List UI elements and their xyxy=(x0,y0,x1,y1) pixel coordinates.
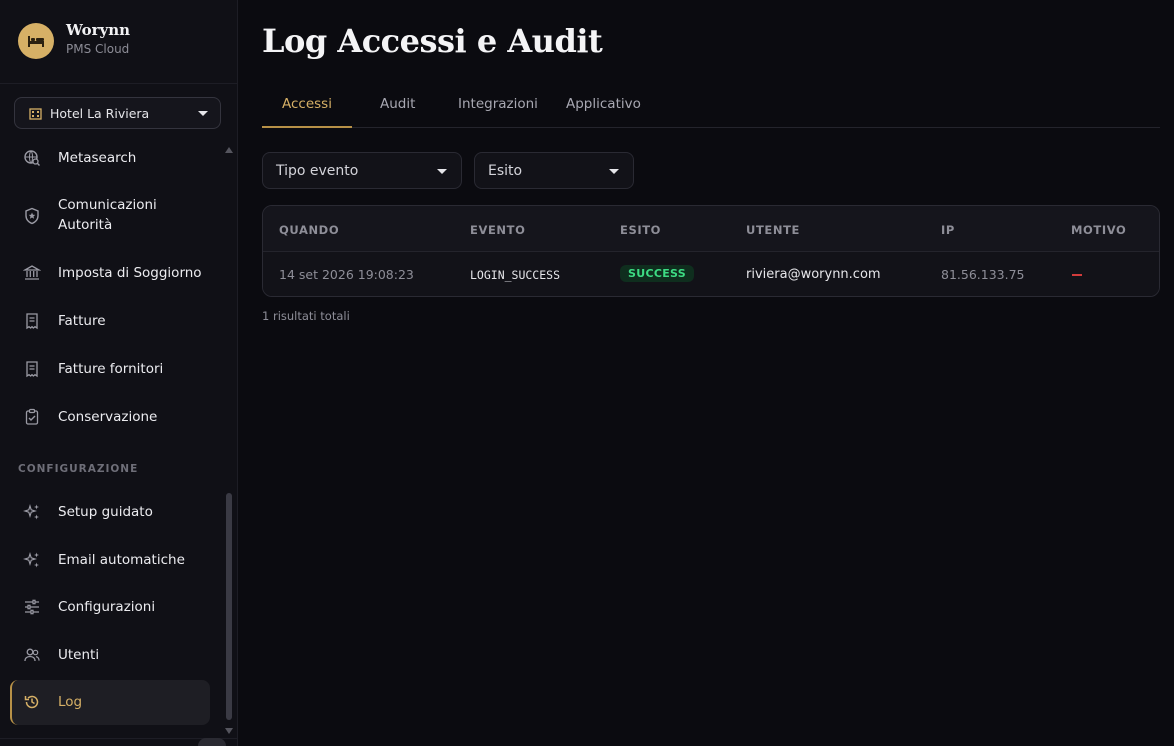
table-header: QUANDO EVENTO ESITO UTENTE IP MOTIVO xyxy=(263,206,1159,252)
column-header-motivo[interactable]: MOTIVO xyxy=(1071,223,1126,237)
column-header-evento[interactable]: EVENTO xyxy=(470,223,525,237)
history-icon xyxy=(22,692,42,712)
results-count: 1 risultati totali xyxy=(262,309,350,323)
column-header-utente[interactable]: UTENTE xyxy=(746,223,800,237)
outcome-filter-value: Esito xyxy=(488,162,523,179)
building-icon xyxy=(29,106,43,120)
sidebar: Worynn PMS Cloud Hotel La Riviera Metase… xyxy=(0,0,238,746)
brand-subtitle: PMS Cloud xyxy=(66,42,130,56)
sparkle-icon xyxy=(22,550,42,570)
scroll-down-arrow-icon[interactable] xyxy=(225,728,233,734)
status-badge: SUCCESS xyxy=(620,265,694,282)
sidebar-item-label: Log xyxy=(58,694,83,710)
users-icon xyxy=(22,645,42,665)
page-title: Log Accessi e Audit xyxy=(262,22,603,60)
sidebar-item-comunicazioni-autorita[interactable]: Comunicazioni Autorità xyxy=(10,195,210,237)
tab-bar: Accessi Audit Integrazioni Applicativo xyxy=(262,84,1160,128)
sidebar-item-configurazioni[interactable]: Configurazioni xyxy=(10,596,210,618)
sidebar-item-fatture[interactable]: Fatture xyxy=(10,310,210,332)
tab-applicativo[interactable]: Applicativo xyxy=(566,96,641,112)
sidebar-item-label: Setup guidato xyxy=(58,504,153,520)
tab-audit[interactable]: Audit xyxy=(380,96,415,112)
main-content: Log Accessi e Audit Accessi Audit Integr… xyxy=(238,0,1174,746)
shield-star-icon xyxy=(22,206,42,226)
active-tab-indicator xyxy=(262,126,352,128)
section-label-configurazione: CONFIGURAZIONE xyxy=(18,463,139,475)
cell-ip: 81.56.133.75 xyxy=(941,267,1025,282)
sidebar-item-imposta-soggiorno[interactable]: Imposta di Soggiorno xyxy=(10,262,210,284)
column-header-ip[interactable]: IP xyxy=(941,223,955,237)
chevron-down-icon xyxy=(437,169,447,174)
sidebar-item-conservazione[interactable]: Conservazione xyxy=(10,406,210,428)
scroll-up-arrow-icon[interactable] xyxy=(225,147,233,153)
chevron-down-icon xyxy=(609,169,619,174)
sidebar-item-label: Fatture xyxy=(58,313,106,329)
bank-icon xyxy=(22,263,42,283)
cell-event: LOGIN_SUCCESS xyxy=(470,268,561,282)
sidebar-nav: Metasearch Comunicazioni Autorità Impost… xyxy=(0,141,237,739)
receipt-icon xyxy=(22,359,42,379)
sidebar-item-label-line2: Autorità xyxy=(58,217,113,233)
sidebar-item-setup-guidato[interactable]: Setup guidato xyxy=(10,501,210,523)
sidebar-item-label: Imposta di Soggiorno xyxy=(58,265,202,281)
brand-name: Worynn xyxy=(66,21,131,39)
sliders-icon xyxy=(22,597,42,617)
globe-search-icon xyxy=(22,148,42,168)
access-log-table: QUANDO EVENTO ESITO UTENTE IP MOTIVO 14 … xyxy=(262,205,1160,297)
cell-user: riviera@worynn.com xyxy=(746,267,881,282)
sidebar-item-label: Utenti xyxy=(58,647,100,663)
sidebar-item-label: Fatture fornitori xyxy=(58,361,164,377)
sparkle-icon xyxy=(22,502,42,522)
sidebar-item-label: Email automatiche xyxy=(58,552,185,568)
table-row[interactable]: 14 set 2026 19:08:23 LOGIN_SUCCESS SUCCE… xyxy=(263,252,1159,296)
sidebar-item-label: Metasearch xyxy=(58,150,137,166)
event-type-filter[interactable]: Tipo evento xyxy=(262,152,462,189)
sidebar-footer-toggle[interactable] xyxy=(198,738,226,746)
sidebar-item-fatture-fornitori[interactable]: Fatture fornitori xyxy=(10,358,210,380)
sidebar-item-email-automatiche[interactable]: Email automatiche xyxy=(10,549,210,571)
cell-reason-empty xyxy=(1072,274,1082,276)
sidebar-item-metasearch[interactable]: Metasearch xyxy=(10,147,210,169)
cell-when: 14 set 2026 19:08:23 xyxy=(279,267,414,282)
outcome-filter[interactable]: Esito xyxy=(474,152,634,189)
event-type-filter-value: Tipo evento xyxy=(276,162,359,179)
sidebar-item-utenti[interactable]: Utenti xyxy=(10,644,210,666)
tab-integrazioni[interactable]: Integrazioni xyxy=(458,96,538,112)
receipt-icon xyxy=(22,311,42,331)
sidebar-item-label: Configurazioni xyxy=(58,599,156,615)
sidebar-scrollbar-thumb[interactable] xyxy=(226,493,232,720)
column-header-esito[interactable]: ESITO xyxy=(620,223,661,237)
hotel-selector-value: Hotel La Riviera xyxy=(50,105,150,121)
hotel-selector[interactable]: Hotel La Riviera xyxy=(14,97,221,129)
sidebar-item-label-line1: Comunicazioni xyxy=(58,197,157,213)
tab-accessi[interactable]: Accessi xyxy=(282,96,332,112)
chevron-down-icon xyxy=(198,111,208,116)
sidebar-item-label: Conservazione xyxy=(58,409,158,425)
brand-header: Worynn PMS Cloud xyxy=(0,0,237,84)
sidebar-item-log[interactable]: Log xyxy=(10,680,210,725)
column-header-quando[interactable]: QUANDO xyxy=(279,223,339,237)
bed-icon xyxy=(18,23,54,59)
clipboard-check-icon xyxy=(22,407,42,427)
